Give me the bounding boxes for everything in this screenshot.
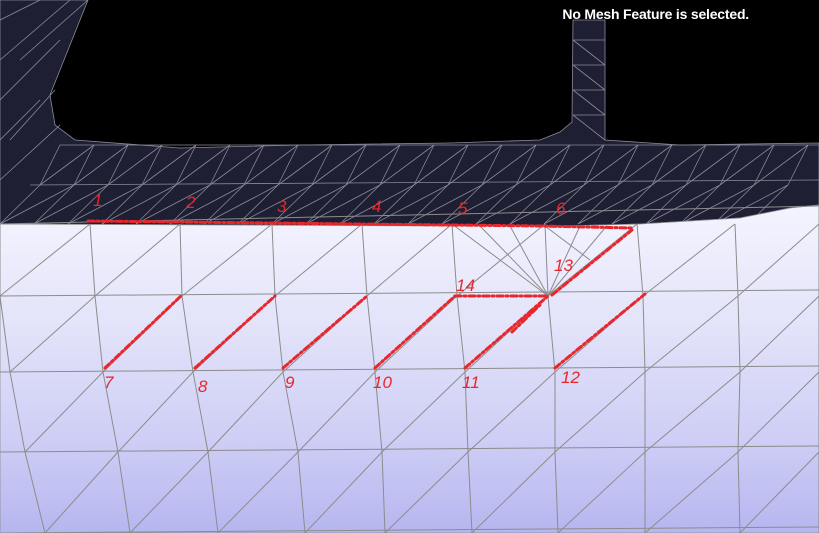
- annotation-label-6: 6: [556, 199, 566, 218]
- dark-mesh-shape: [0, 0, 819, 227]
- mesh-viewport[interactable]: 1 2 3 4 5 6 7 8 9 10 11 12 13 14 No Mesh…: [0, 0, 819, 533]
- annotation-label-5: 5: [458, 199, 468, 218]
- annotation-label-11: 11: [462, 373, 480, 392]
- selection-status-message: No Mesh Feature is selected.: [562, 6, 749, 22]
- annotation-label-12: 12: [561, 368, 580, 387]
- annotation-label-9: 9: [285, 373, 295, 392]
- annotation-label-14: 14: [456, 276, 475, 295]
- annotation-label-13: 13: [554, 256, 573, 275]
- annotation-label-8: 8: [198, 377, 208, 396]
- annotation-label-4: 4: [372, 197, 381, 216]
- dark-mesh-region: [0, 0, 819, 227]
- annotation-label-10: 10: [373, 373, 392, 392]
- annotation-label-1: 1: [93, 191, 102, 210]
- annotation-label-2: 2: [185, 193, 196, 212]
- annotation-label-7: 7: [104, 373, 114, 392]
- light-mesh-region: [0, 204, 819, 533]
- annotation-label-3: 3: [277, 197, 287, 216]
- mesh-canvas[interactable]: 1 2 3 4 5 6 7 8 9 10 11 12 13 14: [0, 0, 819, 533]
